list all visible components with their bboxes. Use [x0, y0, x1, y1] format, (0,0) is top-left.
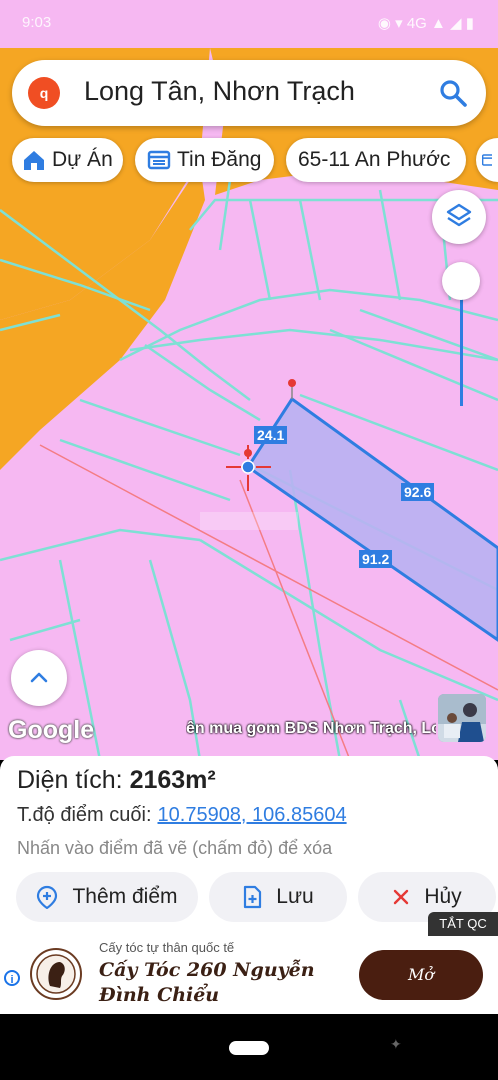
ad-headline: Cấy Tóc 260 Nguyễn Đình Chiểu [99, 959, 315, 1006]
chip-label: Tin Đăng [177, 148, 262, 171]
add-point-label: Thêm điểm [72, 885, 178, 908]
status-icons: ◉ ▾ 4G ▲ ◢ ▮ [377, 15, 474, 32]
ad-banner[interactable]: i Cấy tóc tự thân quốc tế Cấy Tóc 260 Ng… [0, 936, 498, 1014]
coord-link[interactable]: 10.75908, 106.85604 [158, 804, 347, 826]
chip-du-an[interactable]: Dự Án [12, 138, 123, 182]
chevron-up-icon [30, 672, 48, 683]
save-label: Lưu [276, 885, 314, 908]
area-label: Diện tích: [17, 766, 123, 794]
opacity-slider-track[interactable] [460, 282, 463, 406]
watermark-icon: ✦ [390, 1036, 402, 1052]
chip-label: Dự Án [52, 148, 113, 171]
cancel-label: Hủy [424, 885, 462, 908]
app-logo-icon[interactable]: q [28, 77, 60, 109]
status-bar: 9:03 ◉ ▾ 4G ▲ ◢ ▮ [0, 0, 498, 48]
google-logo: Google [8, 716, 95, 744]
add-location-icon [37, 885, 58, 909]
chip-label: 65-11 An Phước [298, 148, 451, 171]
ad-open-button[interactable]: Mở [359, 950, 483, 1000]
hide-ads-button[interactable]: TẮT QC [428, 912, 498, 936]
opacity-slider-knob[interactable] [442, 262, 480, 300]
start-vertex-marker[interactable] [244, 449, 252, 457]
layers-icon [446, 203, 472, 227]
map-smudge [200, 512, 298, 530]
status-time: 9:03 [22, 14, 52, 31]
segment-label: 24.1 [254, 426, 288, 444]
add-point-button[interactable]: Thêm điểm [16, 872, 198, 922]
coordinate-readout: T.độ điểm cuối: 10.75908, 106.85604 [17, 804, 347, 827]
hint-text: Nhấn vào điểm đã vẽ (chấm đỏ) để xóa [17, 838, 333, 858]
news-ticker[interactable]: ên mua gom BDS Nhơn Trạch, Lo [186, 720, 436, 738]
home-icon [24, 151, 44, 170]
close-icon [394, 889, 409, 905]
video-thumbnail[interactable] [438, 694, 486, 742]
save-button[interactable]: Lưu [209, 872, 347, 922]
chip-tin-dang[interactable]: Tin Đăng [135, 138, 274, 182]
add-file-icon [244, 885, 262, 909]
chip-location[interactable]: 65-11 An Phước [286, 138, 466, 182]
listing-icon [482, 154, 492, 166]
segment-label: 91.2 [359, 550, 393, 568]
expand-up-button[interactable] [11, 650, 67, 706]
current-point-icon [241, 460, 255, 474]
search-bar[interactable]: q Long Tân, Nhơn Trạch [12, 60, 486, 126]
ad-info-icon[interactable]: i [4, 970, 20, 986]
ad-logo [30, 948, 82, 1000]
system-nav-bar: ✦ [0, 1014, 498, 1080]
area-value: 2163m² [129, 766, 216, 794]
vertex-marker[interactable] [288, 379, 296, 387]
person-image [438, 694, 486, 742]
coord-label: T.độ điểm cuối: [17, 804, 152, 826]
layers-button[interactable] [432, 190, 486, 244]
segment-label: 92.6 [401, 483, 435, 501]
ad-subtitle: Cấy tóc tự thân quốc tế [99, 940, 235, 955]
ad-logo-image [36, 954, 76, 994]
home-pill[interactable] [229, 1041, 269, 1055]
search-icon[interactable] [438, 78, 468, 108]
listing-icon [147, 150, 171, 170]
area-readout: Diện tích: 2163m² [17, 766, 216, 795]
search-query[interactable]: Long Tân, Nhơn Trạch [84, 76, 355, 107]
